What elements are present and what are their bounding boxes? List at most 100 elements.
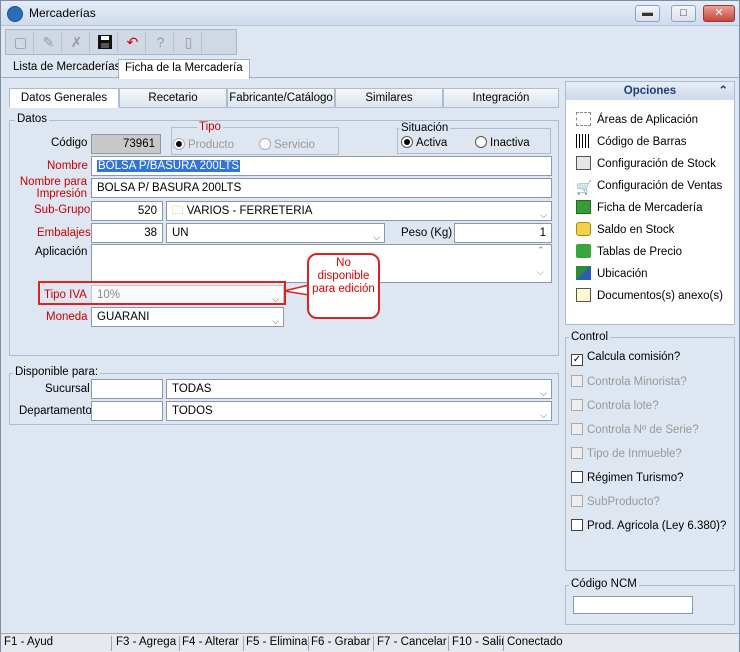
tab-recetario[interactable]: Recetario xyxy=(119,88,227,108)
tipo-servicio-radio[interactable]: Servicio xyxy=(259,138,315,151)
tab-integracion[interactable]: Integración xyxy=(443,88,559,108)
window-title: Mercaderías xyxy=(29,6,96,20)
control-label: Controla Minorista? xyxy=(587,376,687,388)
control-prod-agricola[interactable]: Prod. Agricola (Ley 6.380)? xyxy=(571,519,726,532)
window: Mercaderías ▬ □ ✕ ▢ ✎ ✗ ↶ ? ▯ Lista de M… xyxy=(0,0,740,652)
new-icon[interactable]: ▢ xyxy=(8,32,34,53)
scroll-down-icon[interactable]: ⌵ xyxy=(537,267,544,278)
opcion-ficha-mercaderia[interactable]: Ficha de Mercadería xyxy=(576,198,702,218)
sucursal-value: TODAS xyxy=(172,383,212,395)
status-f4: F4 - Alterar xyxy=(182,636,244,651)
opcion-config-stock[interactable]: Configuración de Stock xyxy=(576,154,716,174)
opcion-config-ventas[interactable]: 🛒 Configuración de Ventas xyxy=(576,176,722,196)
subgrupo-select[interactable]: 🗀 VARIOS - FERRETERIA ⌵ xyxy=(166,201,552,221)
undo-icon[interactable]: ↶ xyxy=(120,32,146,53)
chevron-down-icon: ⌵ xyxy=(540,388,547,398)
opcion-ubicacion[interactable]: Ubicación xyxy=(576,264,648,284)
close-button[interactable]: ✕ xyxy=(703,5,735,22)
sub-tabs: Datos Generales Recetario Fabricante/Cat… xyxy=(5,88,559,108)
embalajes-field[interactable]: 38 xyxy=(91,223,163,243)
sucursal-select[interactable]: TODAS ⌵ xyxy=(166,379,552,399)
status-bar: F1 - Ayud F3 - Agrega F4 - Alterar F5 - … xyxy=(1,633,739,652)
moneda-select[interactable]: GUARANI ⌵ xyxy=(91,307,284,327)
aplicacion-label: Aplicación xyxy=(35,246,88,258)
chevron-down-icon: ⌵ xyxy=(373,232,380,242)
sucursal-code-field[interactable] xyxy=(91,379,163,399)
areas-icon xyxy=(576,112,591,126)
tab-ficha[interactable]: Ficha de la Mercadería xyxy=(118,59,250,79)
tab-similares[interactable]: Similares xyxy=(335,88,443,108)
chevron-down-icon: ⌵ xyxy=(540,210,547,220)
opcion-tablas-precio[interactable]: Tablas de Precio xyxy=(576,242,682,262)
nombre-impresion-field[interactable]: BOLSA P/ BASURA 200LTS xyxy=(91,178,552,198)
collapse-icon[interactable]: ⌃ xyxy=(718,82,728,100)
control-lote: Controla lote? xyxy=(571,399,659,412)
delete-icon[interactable]: ✗ xyxy=(64,32,90,53)
stock-config-icon xyxy=(576,156,591,170)
inactiva-radio[interactable]: Inactiva xyxy=(475,136,530,149)
departamento-code-field[interactable] xyxy=(91,401,163,421)
checkbox-icon xyxy=(571,495,583,507)
control-label: Controla Nº de Serie? xyxy=(587,424,699,436)
departamento-select[interactable]: TODOS ⌵ xyxy=(166,401,552,421)
inactiva-label: Inactiva xyxy=(490,137,530,149)
chevron-down-icon: ⌵ xyxy=(272,316,279,326)
opcion-label: Saldo en Stock xyxy=(597,224,675,236)
tab-lista[interactable]: Lista de Mercaderías xyxy=(7,59,126,78)
cart-icon: 🛒 xyxy=(576,180,593,195)
tipo-iva-highlight xyxy=(38,281,286,305)
price-table-icon xyxy=(576,244,591,258)
tab-fabricante[interactable]: Fabricante/Catálogo xyxy=(227,88,335,108)
barcode-icon xyxy=(576,134,591,148)
opcion-label: Ficha de Mercadería xyxy=(597,202,703,214)
unidad-select[interactable]: UN ⌵ xyxy=(166,223,385,243)
tipo-producto-radio[interactable]: Producto xyxy=(173,138,234,151)
opcion-areas[interactable]: Áreas de Aplicación xyxy=(576,110,698,130)
save-icon[interactable] xyxy=(92,32,118,53)
title-bar: Mercaderías ▬ □ ✕ xyxy=(1,1,739,26)
radio-icon xyxy=(173,138,185,150)
status-connection: Conectado xyxy=(507,636,563,648)
map-icon xyxy=(576,266,591,280)
callout-bubble: No disponible para edición xyxy=(307,253,380,319)
checkbox-icon xyxy=(571,519,583,531)
control-turismo[interactable]: Régimen Turismo? xyxy=(571,471,684,484)
opcion-label: Documentos(s) anexo(s) xyxy=(597,290,723,302)
embalajes-label: Embalajes xyxy=(37,227,91,239)
unidad-value: UN xyxy=(172,227,189,239)
control-minorista: Controla Minorista? xyxy=(571,375,687,388)
opciones-panel: Opciones ⌃ Áreas de Aplicación Código de … xyxy=(565,81,735,325)
peso-field[interactable]: 1 xyxy=(454,223,552,243)
situacion-label: Situación xyxy=(399,122,451,134)
tipo-producto-label: Producto xyxy=(188,139,235,151)
opcion-label: Tablas de Precio xyxy=(597,246,683,258)
moneda-label: Moneda xyxy=(46,311,88,323)
app-icon xyxy=(7,6,23,22)
minimize-button[interactable]: ▬ xyxy=(635,5,660,22)
control-label: Prod. Agricola (Ley 6.380)? xyxy=(587,520,727,532)
opcion-documentos[interactable]: Documentos(s) anexo(s) xyxy=(576,286,723,306)
document-icon xyxy=(576,288,591,302)
ncm-field[interactable] xyxy=(573,596,693,614)
checkbox-icon xyxy=(571,447,583,459)
opcion-label: Configuración de Ventas xyxy=(597,180,723,192)
checkbox-icon xyxy=(571,471,583,483)
disponible-label: Disponible para: xyxy=(13,366,101,378)
opcion-saldo-stock[interactable]: Saldo en Stock xyxy=(576,220,674,240)
opcion-codigo-barras[interactable]: Código de Barras xyxy=(576,132,687,152)
checkbox-icon xyxy=(571,399,583,411)
exit-icon[interactable]: ▯ xyxy=(176,32,202,53)
activa-radio[interactable]: Activa xyxy=(401,136,447,149)
datos-group-label: Datos xyxy=(15,113,50,125)
scroll-up-icon[interactable]: ⌃ xyxy=(537,245,545,256)
maximize-button[interactable]: □ xyxy=(671,5,696,22)
radio-icon xyxy=(401,136,413,148)
tab-datos-generales[interactable]: Datos Generales xyxy=(9,88,119,108)
subgrupo-code-field[interactable]: 520 xyxy=(91,201,163,221)
opciones-title: Opciones xyxy=(623,85,677,97)
help-icon[interactable]: ? xyxy=(148,32,174,53)
opciones-header: Opciones ⌃ xyxy=(566,82,734,100)
edit-icon[interactable]: ✎ xyxy=(36,32,62,53)
control-calcula-comision[interactable]: ✓ Calcula comisión? xyxy=(571,351,680,366)
nombre-field[interactable]: BOLSA P/BASURA 200LTS xyxy=(91,156,552,176)
